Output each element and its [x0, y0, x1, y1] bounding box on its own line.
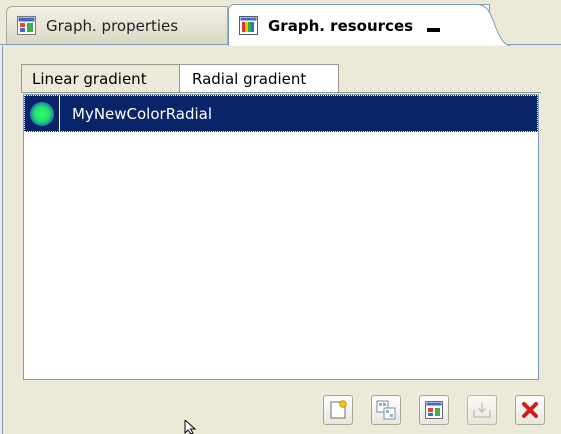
view-tab-bar: Graph. properties Graph. resources	[0, 0, 561, 46]
list-item[interactable]: MyNewColorRadial	[24, 95, 538, 132]
tab-radial-gradient-label: Radial gradient	[192, 69, 307, 88]
list-item-label: MyNewColorRadial	[72, 104, 213, 123]
import-button[interactable]	[467, 395, 497, 425]
tab-graph-resources[interactable]: Graph. resources	[228, 4, 490, 46]
new-resource-button[interactable]	[323, 395, 353, 425]
tab-linear-gradient-label: Linear gradient	[32, 69, 147, 88]
graph-resources-icon	[239, 16, 258, 35]
mouse-cursor-icon	[184, 420, 197, 434]
delete-button[interactable]	[515, 395, 545, 425]
tab-curve	[476, 4, 510, 46]
properties-button[interactable]	[419, 395, 449, 425]
graph-resources-panel: Linear gradient Radial gradient MyNewCol…	[2, 46, 559, 434]
graph-properties-icon	[17, 16, 36, 35]
tab-graph-properties[interactable]: Graph. properties	[6, 6, 228, 44]
gradient-tab-bar: Linear gradient Radial gradient	[21, 64, 541, 92]
properties-icon	[425, 401, 443, 419]
gradient-list[interactable]: MyNewColorRadial	[23, 94, 539, 380]
minimize-icon[interactable]	[427, 27, 441, 32]
tab-divider	[21, 92, 541, 93]
tab-graph-properties-label: Graph. properties	[46, 16, 179, 35]
copy-resource-icon	[376, 400, 396, 420]
radial-gradient-preview	[30, 101, 54, 126]
import-icon	[473, 403, 491, 418]
tab-graph-resources-label: Graph. resources	[268, 16, 414, 35]
new-resource-icon	[330, 400, 347, 419]
tab-linear-gradient[interactable]: Linear gradient	[21, 64, 179, 92]
tab-radial-gradient[interactable]: Radial gradient	[179, 64, 339, 92]
delete-icon	[522, 402, 538, 418]
copy-resource-button[interactable]	[371, 395, 401, 425]
gradient-swatch-icon	[25, 96, 60, 131]
